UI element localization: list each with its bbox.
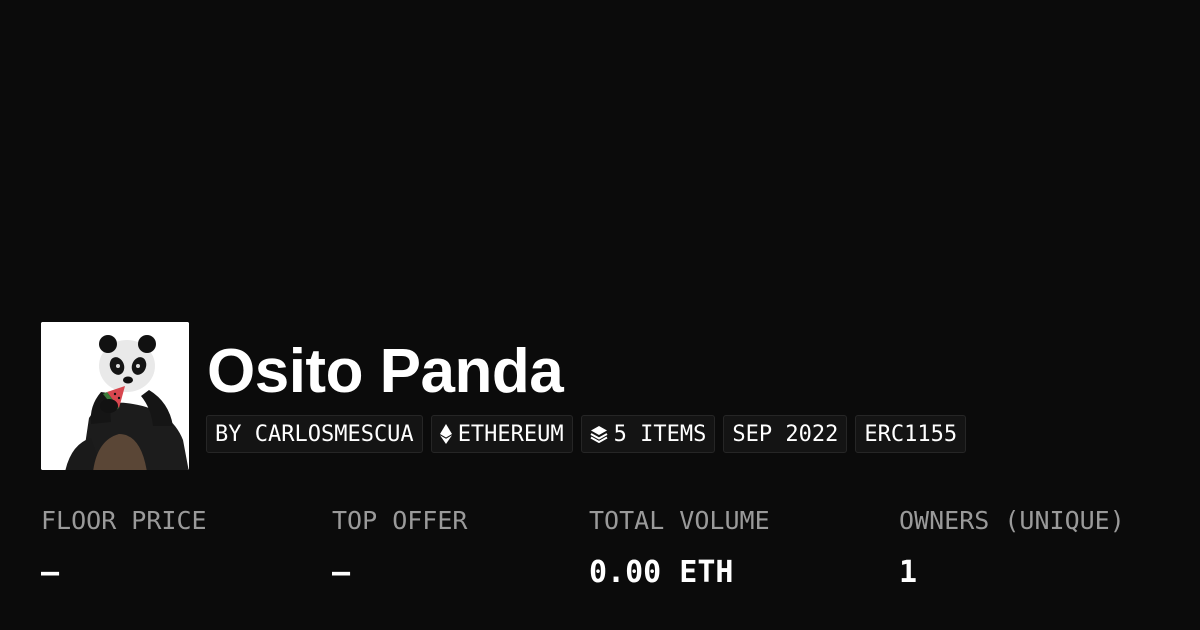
collection-chips: BY CARLOSMESCUA ETHEREUM 5 ITEMS SEP 202… [206,415,967,453]
standard-label: ERC1155 [864,421,958,447]
date-chip: SEP 2022 [723,415,848,453]
items-chip: 5 ITEMS [580,415,716,453]
layers-icon [590,426,608,443]
chain-chip: ETHEREUM [430,415,573,453]
creator-chip[interactable]: BY CARLOSMESCUA [206,415,423,453]
stat-floor-price: FLOOR PRICE — [41,505,207,591]
chain-label: ETHEREUM [457,421,564,447]
date-label: SEP 2022 [732,421,839,447]
stat-owners: OWNERS (UNIQUE) 1 [899,505,1125,591]
stat-label: FLOOR PRICE [41,506,207,535]
collection-avatar [41,322,189,470]
stat-value: — [41,555,60,590]
stat-label: TOP OFFER [332,506,468,535]
stat-value: — [332,555,351,590]
stat-value: 0.00 ETH [589,555,734,590]
ethereum-icon [439,424,452,444]
panda-image [41,322,189,470]
collection-title: Osito Panda [207,337,564,406]
stat-label: OWNERS (UNIQUE) [899,506,1125,535]
items-label: 5 ITEMS [613,421,707,447]
stat-value: 1 [899,555,918,590]
stat-label: TOTAL VOLUME [589,506,770,535]
stat-top-offer: TOP OFFER — [332,505,467,591]
standard-chip: ERC1155 [855,415,967,453]
creator-label: BY CARLOSMESCUA [215,421,414,447]
stat-total-volume: TOTAL VOLUME 0.00 ETH [589,505,770,591]
